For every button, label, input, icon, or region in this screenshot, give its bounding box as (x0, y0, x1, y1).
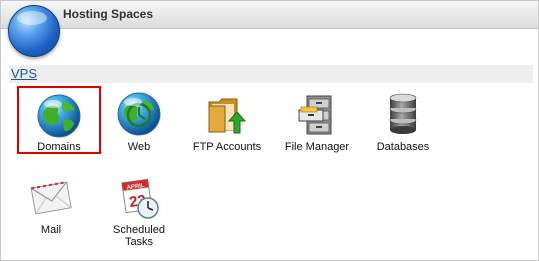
mail-tile[interactable]: Mail (9, 169, 93, 237)
tile-label: Databases (376, 141, 430, 153)
group-header: VPS (9, 65, 533, 83)
mail-envelope-icon (30, 181, 72, 215)
ftp-folder-icon (208, 98, 247, 134)
file-cabinet-icon (298, 95, 332, 135)
hosting-globe-icon (8, 5, 60, 57)
tile-label: File Manager (284, 141, 350, 153)
tile-label: Mail (40, 224, 62, 236)
panel-title: Hosting Spaces (63, 7, 154, 21)
domains-tile[interactable]: Domains (17, 86, 101, 154)
globe-web-icon (117, 92, 161, 136)
databases-tile[interactable]: Databases (361, 86, 445, 154)
tile-label: FTP Accounts (192, 141, 262, 153)
web-tile[interactable]: Web (97, 86, 181, 154)
file-manager-tile[interactable]: File Manager (275, 86, 359, 154)
panel-header: Hosting Spaces (1, 1, 538, 29)
globe-domains-icon (37, 94, 81, 138)
hosting-spaces-panel: Hosting Spaces VPS Domains Web FTP Accou… (0, 0, 539, 261)
vps-group-link[interactable]: VPS (11, 66, 37, 81)
tile-label: Scheduled Tasks (113, 224, 165, 248)
tile-label: Domains (37, 141, 81, 153)
calendar-clock-icon: APRIL 23 (121, 178, 159, 219)
ftp-accounts-tile[interactable]: FTP Accounts (185, 86, 269, 154)
tile-label: Web (127, 141, 151, 153)
database-icon (389, 93, 417, 134)
scheduled-tasks-tile[interactable]: APRIL 23 Scheduled Tasks (97, 169, 181, 248)
